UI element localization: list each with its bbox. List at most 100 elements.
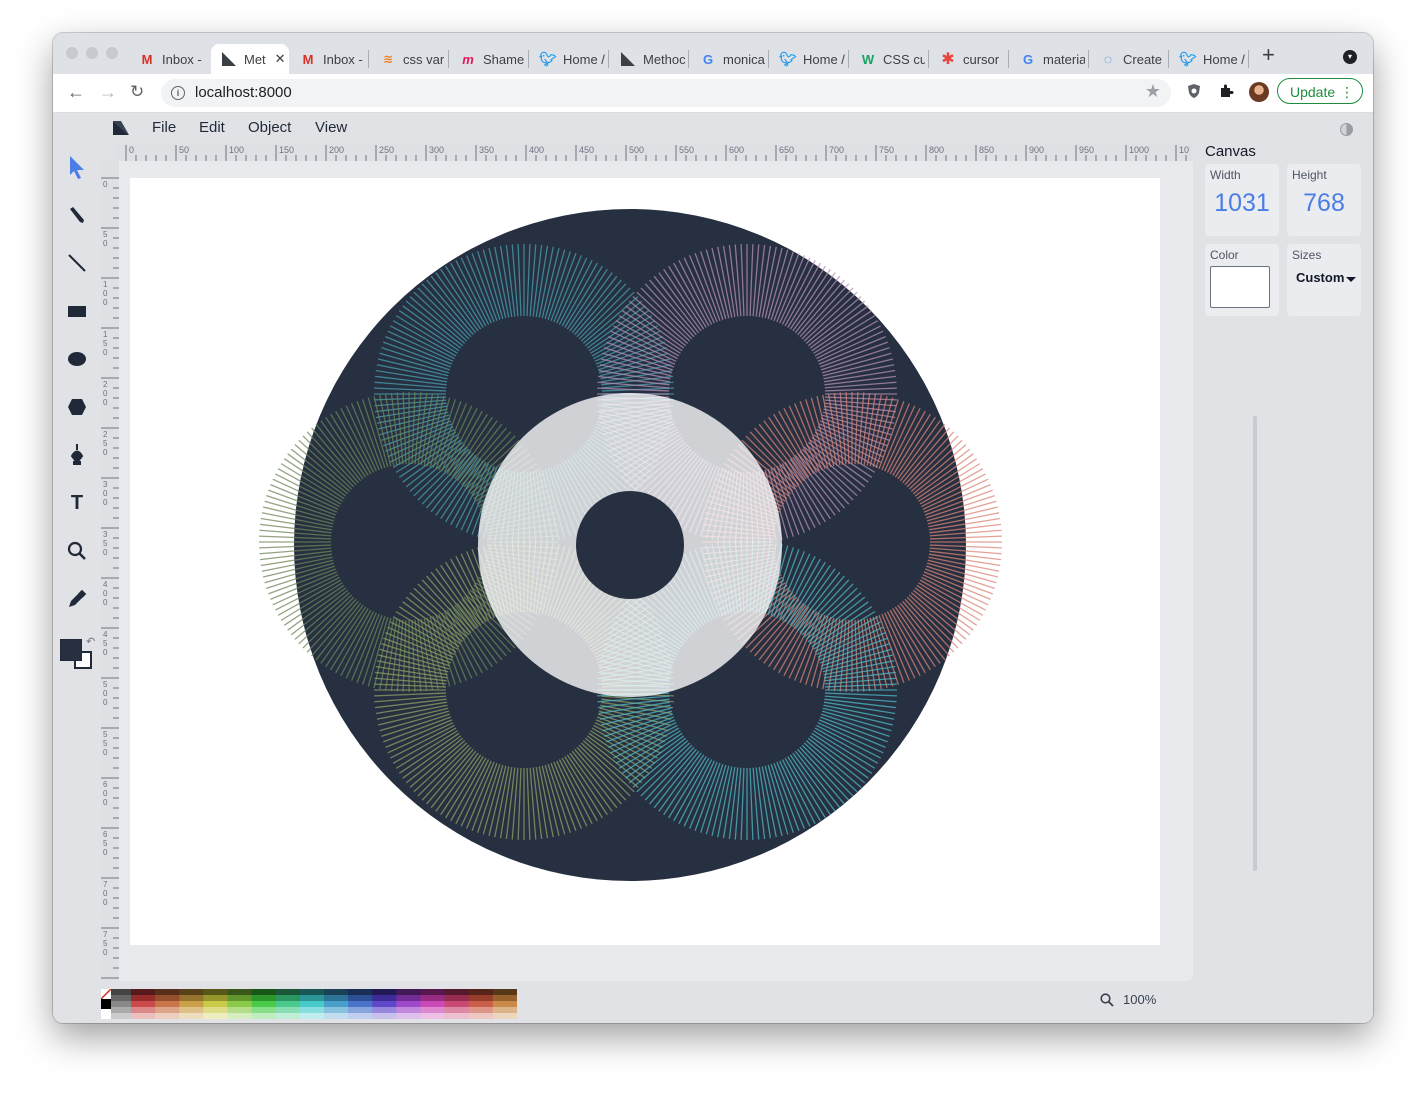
browser-tab[interactable]: 🐦︎ Home /: [531, 44, 605, 74]
pencil-tool-icon[interactable]: [65, 203, 89, 227]
zoom-tool-icon[interactable]: [65, 539, 89, 563]
color-card[interactable]: Color: [1205, 244, 1279, 316]
palette-swatch[interactable]: [444, 1001, 470, 1007]
palette-swatch[interactable]: [348, 1001, 373, 1007]
palette-swatch[interactable]: [396, 989, 421, 995]
width-input[interactable]: 1031: [1205, 189, 1279, 218]
extensions-puzzle-icon[interactable]: [1218, 83, 1234, 104]
palette-swatch[interactable]: [203, 1013, 228, 1019]
palette-swatch[interactable]: [420, 1007, 446, 1013]
palette-swatch[interactable]: [275, 1001, 301, 1007]
canvas-color-swatch[interactable]: [1210, 266, 1270, 308]
theme-toggle-icon[interactable]: [1340, 123, 1353, 136]
browser-tab[interactable]: M Inbox -: [291, 44, 365, 74]
site-info-icon[interactable]: i: [171, 86, 185, 100]
polygon-tool-icon[interactable]: [65, 395, 89, 419]
palette-swatch[interactable]: [227, 1013, 253, 1019]
palette-swatch[interactable]: [396, 1001, 421, 1007]
browser-tab[interactable]: Gmateria: [1011, 44, 1085, 74]
color-palette[interactable]: [101, 989, 517, 1019]
palette-swatch[interactable]: [203, 995, 228, 1001]
text-tool-icon[interactable]: T: [65, 491, 89, 515]
palette-swatch[interactable]: [348, 1007, 373, 1013]
browser-tab[interactable]: ✱ cursor: [931, 44, 1005, 74]
palette-swatch[interactable]: [492, 1001, 517, 1007]
browser-tab[interactable]: Methoc: [611, 44, 685, 74]
fill-stroke-swatch[interactable]: ↶: [60, 635, 96, 675]
palette-swatch[interactable]: [420, 989, 446, 995]
palette-swatch[interactable]: [372, 1007, 397, 1013]
width-card[interactable]: Width 1031: [1205, 164, 1279, 236]
palette-swatch[interactable]: [420, 1013, 446, 1019]
palette-swatch[interactable]: [101, 1009, 111, 1019]
palette-swatch[interactable]: [396, 995, 421, 1001]
palette-swatch[interactable]: [299, 1013, 325, 1019]
zoom-control[interactable]: 100%: [1100, 992, 1156, 1007]
palette-swatch[interactable]: [299, 1007, 325, 1013]
palette-swatch[interactable]: [155, 1013, 180, 1019]
browser-tab[interactable]: 🐦︎ Home /: [1171, 44, 1245, 74]
height-input[interactable]: 768: [1287, 189, 1361, 218]
artwork[interactable]: [130, 178, 1160, 945]
palette-swatch[interactable]: [468, 1013, 494, 1019]
palette-swatch[interactable]: [227, 995, 253, 1001]
palette-swatch[interactable]: [227, 1007, 253, 1013]
palette-swatch[interactable]: [155, 1001, 180, 1007]
profile-avatar[interactable]: [1249, 82, 1269, 102]
ellipse-tool-icon[interactable]: [65, 347, 89, 371]
palette-swatch[interactable]: [299, 989, 325, 995]
palette-swatch[interactable]: [155, 989, 180, 995]
browser-tab[interactable]: Gmonica: [691, 44, 765, 74]
palette-swatch[interactable]: [275, 1013, 301, 1019]
update-button[interactable]: Update ⋮: [1277, 78, 1363, 104]
palette-swatch[interactable]: [251, 1007, 277, 1013]
palette-swatch[interactable]: [444, 995, 470, 1001]
palette-swatch[interactable]: [179, 1013, 204, 1019]
palette-swatch[interactable]: [131, 1001, 156, 1007]
palette-swatch[interactable]: [324, 995, 349, 1001]
pen-tool-icon[interactable]: [65, 443, 89, 467]
palette-swatch[interactable]: [492, 1013, 517, 1019]
palette-swatch[interactable]: [155, 1007, 180, 1013]
palette-swatch[interactable]: [468, 1001, 494, 1007]
palette-swatch[interactable]: [444, 1007, 470, 1013]
menu-edit[interactable]: Edit: [199, 119, 225, 136]
palette-swatch[interactable]: [468, 995, 494, 1001]
palette-swatch[interactable]: [444, 989, 470, 995]
tab-search-icon[interactable]: ▾: [1343, 50, 1357, 64]
browser-tab[interactable]: ≋ css var: [371, 44, 445, 74]
palette-swatch[interactable]: [227, 1001, 253, 1007]
select-tool-icon[interactable]: [65, 155, 89, 179]
shield-extension-icon[interactable]: [1186, 83, 1202, 104]
palette-swatch[interactable]: [492, 1007, 517, 1013]
palette-swatch[interactable]: [372, 1013, 397, 1019]
eyedropper-tool-icon[interactable]: [65, 587, 89, 611]
menu-file[interactable]: File: [152, 119, 176, 136]
browser-tab[interactable]: m Shame: [451, 44, 525, 74]
palette-swatch[interactable]: [251, 1001, 277, 1007]
palette-swatch[interactable]: [227, 989, 253, 995]
reload-icon[interactable]: ↻: [130, 82, 144, 102]
rectangle-tool-icon[interactable]: [65, 299, 89, 323]
palette-swatch[interactable]: [203, 1007, 228, 1013]
palette-swatch[interactable]: [275, 995, 301, 1001]
sizes-card[interactable]: Sizes Custom: [1287, 244, 1361, 316]
palette-swatch[interactable]: [396, 1013, 421, 1019]
palette-swatch[interactable]: [131, 989, 156, 995]
fill-color-swatch[interactable]: [60, 639, 82, 661]
palette-swatch[interactable]: [299, 1001, 325, 1007]
browser-tab[interactable]: 🐦︎ Home /: [771, 44, 845, 74]
palette-swatch[interactable]: [372, 1001, 397, 1007]
palette-swatch[interactable]: [492, 995, 517, 1001]
browser-tab[interactable]: M Inbox -: [130, 44, 204, 74]
center-hole[interactable]: [576, 491, 684, 599]
palette-swatch[interactable]: [179, 1001, 204, 1007]
palette-swatch[interactable]: [324, 1007, 349, 1013]
minimize-window-button[interactable]: [86, 47, 98, 59]
palette-swatch[interactable]: [251, 995, 277, 1001]
palette-swatch[interactable]: [101, 999, 111, 1009]
palette-swatch[interactable]: [372, 995, 397, 1001]
work-area[interactable]: [119, 161, 1257, 981]
line-tool-icon[interactable]: [65, 251, 89, 275]
palette-swatch[interactable]: [179, 995, 204, 1001]
